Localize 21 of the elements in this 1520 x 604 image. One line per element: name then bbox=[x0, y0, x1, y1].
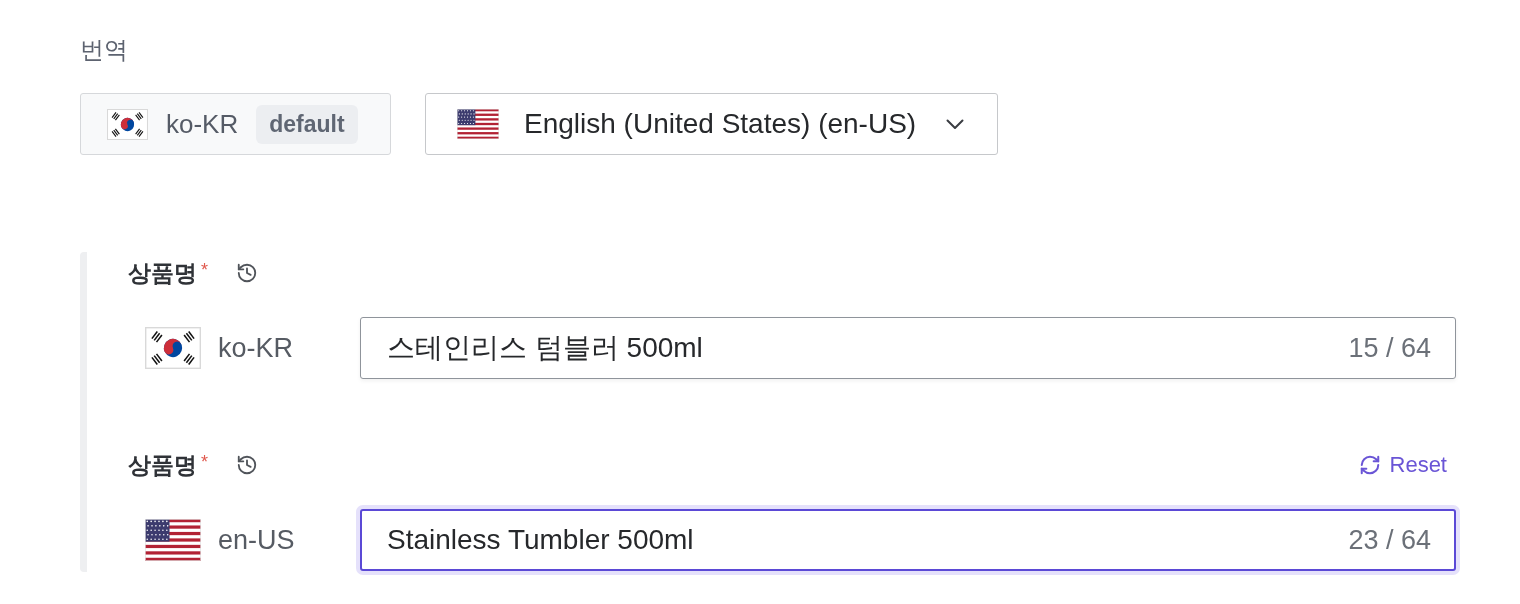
history-icon[interactable] bbox=[236, 454, 258, 476]
history-icon[interactable] bbox=[236, 262, 258, 284]
refresh-icon bbox=[1358, 454, 1381, 476]
language-dropdown[interactable]: English (United States) (en-US) bbox=[425, 93, 998, 155]
required-mark: * bbox=[201, 452, 208, 473]
reset-link[interactable]: Reset bbox=[1358, 452, 1447, 478]
field-label: 상품명 bbox=[128, 450, 197, 480]
section-title: 번역 bbox=[80, 35, 128, 65]
required-mark: * bbox=[201, 260, 208, 281]
korea-flag-icon bbox=[107, 108, 148, 140]
us-flag-icon bbox=[145, 519, 201, 561]
character-counter: 15 / 64 bbox=[1348, 332, 1431, 364]
us-flag-icon bbox=[457, 109, 499, 139]
korea-flag-icon bbox=[145, 327, 201, 369]
chevron-down-icon bbox=[946, 118, 965, 130]
field-label: 상품명 bbox=[128, 258, 197, 288]
default-badge: default bbox=[256, 104, 358, 144]
locale-code: en-US bbox=[218, 524, 295, 556]
locale-code: ko-KR bbox=[218, 332, 293, 364]
locale-code: ko-KR bbox=[166, 108, 239, 140]
character-counter: 23 / 64 bbox=[1348, 524, 1431, 556]
